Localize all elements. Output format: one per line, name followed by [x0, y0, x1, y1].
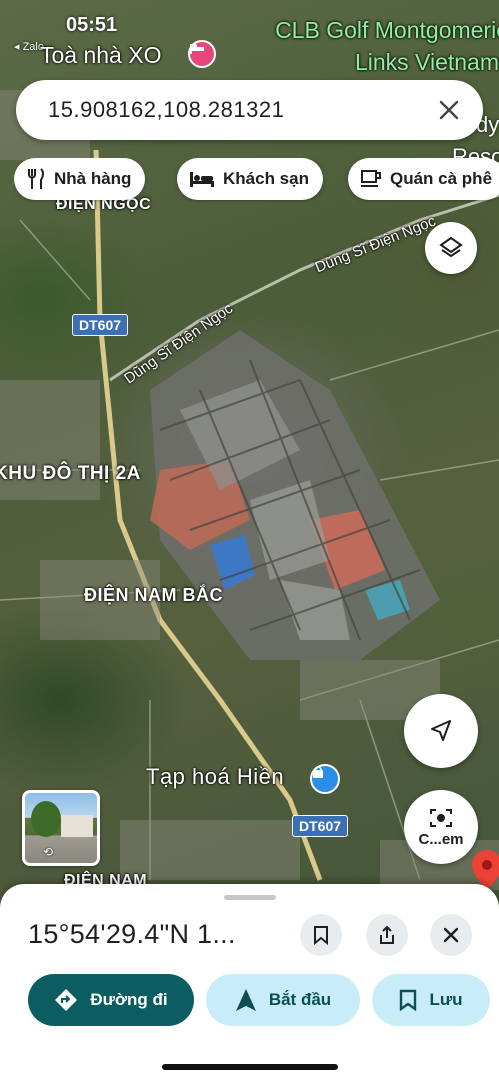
my-location-button[interactable]	[404, 694, 478, 768]
layers-button[interactable]	[425, 222, 477, 274]
bookmark-button[interactable]	[300, 914, 342, 956]
poi-tap-hoa-hien[interactable]: Tạp hoá Hiền	[146, 764, 284, 790]
camera-lens-icon	[430, 808, 452, 827]
navigation-icon	[235, 989, 256, 1011]
layers-icon	[439, 236, 463, 258]
directions-label: Đường đi	[90, 990, 168, 1009]
route-shield-dt607-bottom: DT607	[292, 815, 349, 837]
place-bottom-sheet[interactable]: 15°54'29.4"N 1... Đường đi Bắt đầu Lưu	[0, 884, 499, 1080]
share-icon	[380, 925, 394, 944]
area-label-khu-do-thi: KHU ĐÔ THỊ 2A	[0, 463, 141, 484]
thumbnail-house	[61, 815, 93, 837]
start-label: Bắt đầu	[268, 990, 332, 1009]
chip-hotels[interactable]: Khách sạn	[177, 158, 323, 200]
status-time: 05:51	[66, 14, 118, 36]
start-button[interactable]: Bắt đầu	[206, 974, 360, 1026]
coffee-icon	[361, 170, 381, 187]
poi-golf-club[interactable]: CLB Golf Montgomerie Links Vietnam	[275, 14, 499, 78]
lens-button[interactable]: C...em	[404, 790, 478, 864]
chip-coffee[interactable]: Quán cà phê	[348, 158, 499, 200]
bookmark-icon	[314, 926, 328, 945]
search-bar[interactable]: 15.908162,108.281321	[16, 80, 483, 140]
restaurant-icon	[28, 168, 44, 189]
chip-label: Nhà hàng	[54, 169, 132, 188]
chip-restaurants[interactable]: Nhà hàng	[14, 158, 146, 200]
360-view-icon: ⟲	[43, 845, 54, 859]
navigation-arrow-icon	[431, 720, 451, 741]
directions-button[interactable]: Đường đi	[28, 974, 194, 1026]
area-label-dien-nam-bac: ĐIỆN NAM BẮC	[84, 585, 223, 605]
sheet-drag-handle[interactable]	[224, 895, 276, 900]
street-view-thumbnail[interactable]: ⟲	[22, 790, 100, 866]
place-title-coordinates: 15°54'29.4"N 1...	[28, 919, 236, 949]
golf-label-line1: CLB Golf Montgomerie	[275, 17, 499, 43]
close-sheet-button[interactable]	[430, 914, 472, 956]
route-shield-dt607: DT607	[72, 314, 129, 336]
search-input[interactable]: 15.908162,108.281321	[48, 97, 431, 123]
close-icon	[443, 927, 459, 943]
poi-toa-nha-xo[interactable]: Toà nhà XO	[40, 42, 161, 69]
directions-icon	[55, 989, 78, 1011]
lens-label: C...em	[418, 830, 464, 848]
home-indicator[interactable]	[162, 1064, 338, 1070]
category-chips: Nhà hàng Khách sạn Quán cà phê	[14, 158, 499, 202]
hotel-icon	[190, 172, 214, 187]
chip-label: Quán cà phê	[390, 169, 493, 188]
golf-label-line2: Links Vietnam	[354, 49, 499, 75]
hotel-marker-icon[interactable]	[188, 40, 216, 68]
chip-label: Khách sạn	[223, 169, 309, 188]
bookmark-icon	[400, 989, 417, 1011]
save-label: Lưu	[429, 990, 463, 1009]
thumbnail-tree	[31, 801, 61, 837]
shopping-bag-icon[interactable]	[310, 764, 340, 794]
save-button[interactable]: Lưu	[372, 974, 490, 1026]
close-icon[interactable]	[431, 92, 467, 128]
share-button[interactable]	[366, 914, 408, 956]
